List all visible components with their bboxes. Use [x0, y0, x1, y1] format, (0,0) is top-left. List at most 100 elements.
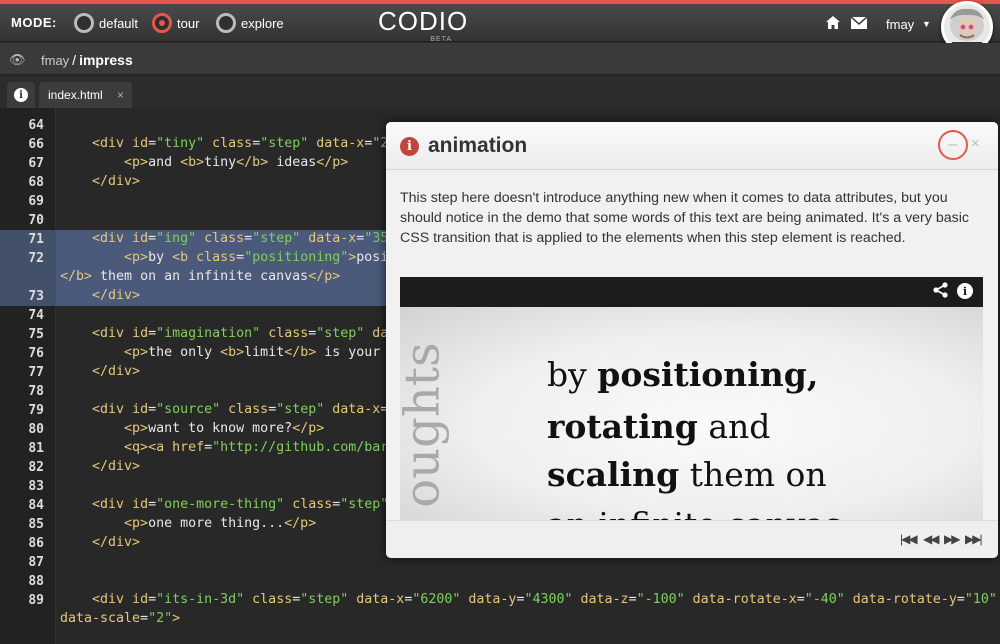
- line-number: 76: [28, 346, 44, 361]
- code-token: <div: [92, 592, 133, 607]
- logo-text: CODIO: [378, 6, 469, 36]
- last-step-icon[interactable]: ▶▶|: [965, 532, 983, 546]
- chevron-down-icon[interactable]: ▼: [922, 19, 931, 29]
- line-number: 74: [28, 308, 44, 323]
- next-step-icon[interactable]: ▶▶: [944, 532, 961, 546]
- code-token: "4300": [524, 592, 573, 607]
- mode-explore-radio[interactable]: explore: [216, 12, 284, 34]
- code-token: id: [132, 136, 149, 151]
- code-token: and: [148, 155, 181, 170]
- code-line: <p>want to know more?</p>: [60, 421, 324, 436]
- video-frame: oughts by positioning, rotating and scal…: [400, 307, 983, 520]
- code-token: data-z: [580, 592, 629, 607]
- code-token: id: [132, 402, 149, 417]
- tab-close-icon[interactable]: ×: [117, 88, 124, 102]
- code-token: id: [132, 592, 149, 607]
- code-token: </p>: [292, 421, 325, 436]
- line-number: 64: [28, 118, 44, 133]
- code-token: tiny: [204, 155, 237, 170]
- radio-icon: [216, 13, 236, 33]
- mode-default-radio[interactable]: default: [74, 12, 138, 34]
- tab-info[interactable]: i: [7, 82, 35, 108]
- close-icon[interactable]: ×: [971, 135, 980, 152]
- code-token: id: [132, 326, 149, 341]
- line-gutter: 64 66 67 68 69 70 71 72 73 74 75 76 77 78 79 80 81 82 83 84…: [0, 108, 56, 644]
- breadcrumb-separator: /: [72, 52, 77, 68]
- code-token: <div: [92, 136, 133, 151]
- code-token: one more thing...: [148, 516, 285, 531]
- code-token: data-scale: [60, 611, 141, 626]
- line-number: 73: [28, 289, 44, 304]
- code-token: id: [132, 497, 149, 512]
- mode-tour-radio[interactable]: tour: [152, 12, 199, 34]
- code-token: them on an infinite canvas: [92, 269, 309, 284]
- tour-popup: i animation – × This step here doesn't i…: [386, 122, 998, 558]
- home-icon[interactable]: [826, 16, 840, 29]
- breadcrumb-project[interactable]: impress: [79, 52, 133, 68]
- code-token: <p>: [124, 516, 149, 531]
- code-token: data-x: [308, 231, 357, 246]
- code-line: <div id="tiny" class="step" data-x="2: [60, 136, 388, 151]
- code-token: by: [148, 250, 173, 265]
- code-token: limit: [244, 345, 285, 360]
- tab-index-html[interactable]: index.html ×: [39, 82, 132, 108]
- video-side-text: oughts: [400, 342, 451, 508]
- code-line: </div>: [60, 459, 140, 474]
- first-step-icon[interactable]: |◀◀: [900, 532, 918, 546]
- code-token: <p>: [124, 155, 149, 170]
- code-token: <b>: [220, 345, 245, 360]
- code-token: </b>: [60, 269, 93, 284]
- code-token: href: [172, 440, 205, 455]
- code-token: "imagination": [156, 326, 261, 341]
- code-token: class: [196, 250, 237, 265]
- video-line-2-plain: and: [697, 407, 771, 446]
- minimize-button[interactable]: –: [938, 130, 968, 160]
- code-token: "step": [276, 402, 325, 417]
- code-token: "ing": [156, 231, 197, 246]
- code-token: is your: [316, 345, 381, 360]
- code-line: <p>and <b>tiny</b> ideas</p>: [60, 155, 348, 170]
- code-token: <div: [92, 402, 133, 417]
- code-token: </p>: [308, 269, 341, 284]
- code-token: data-x: [316, 136, 365, 151]
- code-token: data-rotate-y: [852, 592, 957, 607]
- code-token: data-y: [468, 592, 517, 607]
- username[interactable]: fmay: [886, 17, 914, 32]
- mail-icon[interactable]: [851, 17, 867, 29]
- code-token: =: [628, 592, 637, 607]
- video-line-1-bold: positioning,: [597, 355, 819, 394]
- code-token: </div>: [92, 535, 141, 550]
- code-token: class: [204, 231, 245, 246]
- breadcrumb-owner[interactable]: fmay: [41, 53, 69, 68]
- code-token: class: [292, 497, 333, 512]
- video-info-icon[interactable]: i: [957, 283, 973, 299]
- codio-logo[interactable]: CODIO BETA: [378, 6, 469, 43]
- line-number: 89: [28, 593, 44, 608]
- code-token: <p>: [124, 250, 149, 265]
- code-line: </div>: [60, 174, 140, 189]
- code-token: class: [268, 326, 309, 341]
- code-line: </div>: [60, 535, 140, 550]
- demo-video[interactable]: i oughts by positioning, rotating and sc…: [400, 277, 983, 520]
- eye-icon[interactable]: 👁: [9, 52, 26, 68]
- code-token: =: [236, 250, 245, 265]
- line-number: 80: [28, 422, 44, 437]
- share-icon[interactable]: [933, 282, 948, 298]
- code-token: "step": [316, 326, 365, 341]
- code-token: "its-in-3d": [156, 592, 245, 607]
- line-number: 69: [28, 194, 44, 209]
- code-token: "step": [340, 497, 389, 512]
- previous-step-icon[interactable]: ◀◀: [923, 532, 940, 546]
- line-number: 78: [28, 384, 44, 399]
- code-token: >: [172, 611, 181, 626]
- video-line-3-plain: them on: [679, 455, 827, 494]
